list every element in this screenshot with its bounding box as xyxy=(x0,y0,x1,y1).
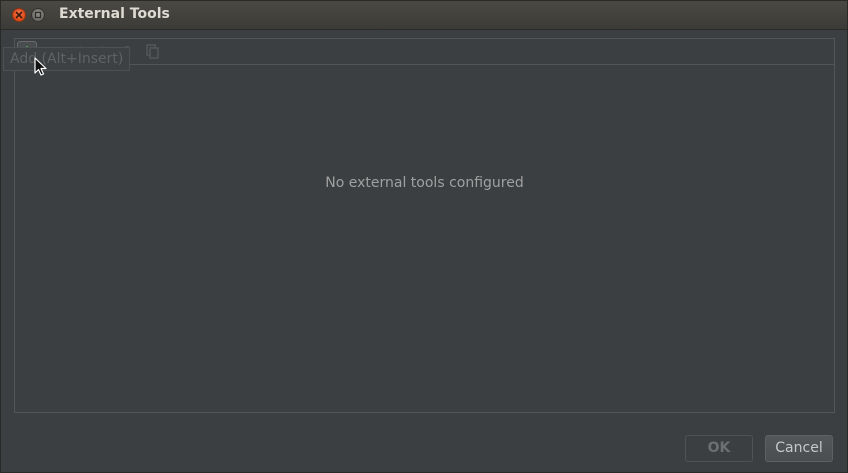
tools-list-panel: No external tools configured xyxy=(14,38,835,413)
title-bar[interactable]: External Tools xyxy=(1,1,847,30)
copy-icon xyxy=(146,44,159,59)
ok-button[interactable]: OK xyxy=(685,435,753,462)
window-title: External Tools xyxy=(59,6,170,22)
window-close-button[interactable] xyxy=(12,8,26,22)
external-tools-dialog: External Tools No external tools configu… xyxy=(0,0,848,473)
cancel-button[interactable]: Cancel xyxy=(765,435,833,462)
close-icon xyxy=(15,11,23,19)
copy-button[interactable] xyxy=(142,41,162,61)
add-tooltip: Add (Alt+Insert) xyxy=(3,47,131,71)
maximize-icon xyxy=(34,11,42,19)
mouse-cursor-icon xyxy=(34,57,47,76)
tools-toolbar xyxy=(15,39,834,65)
empty-state-message: No external tools configured xyxy=(325,175,524,191)
window-maximize-button[interactable] xyxy=(31,8,45,22)
